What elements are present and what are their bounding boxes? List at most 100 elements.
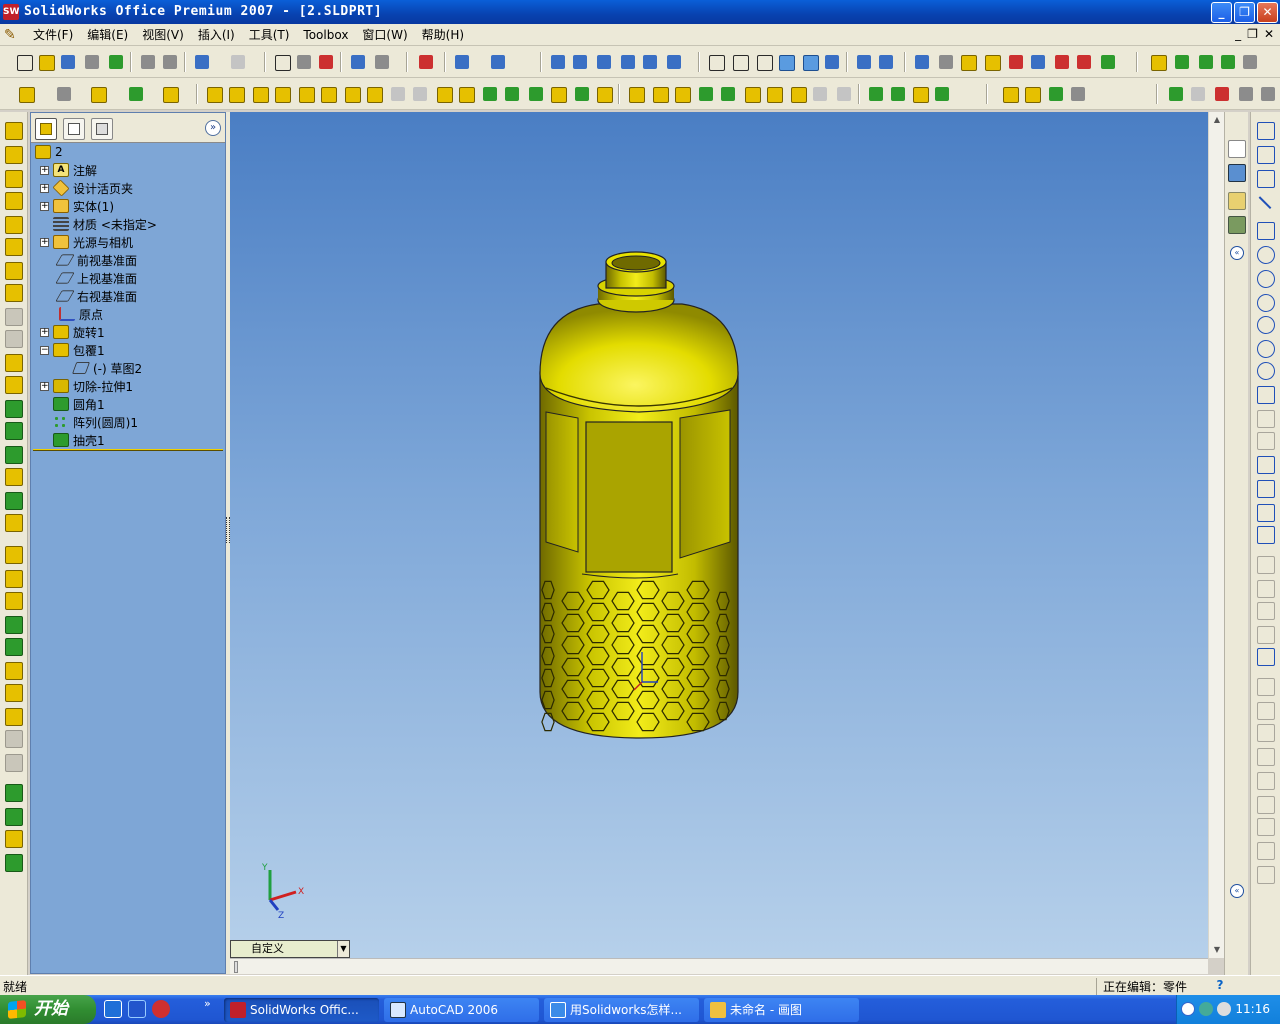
- line-icon[interactable]: [1258, 196, 1272, 210]
- spline-icon[interactable]: [1257, 480, 1275, 498]
- options-grid-icon[interactable]: [348, 52, 368, 72]
- print-preview-icon[interactable]: [138, 52, 158, 72]
- tab-property-manager[interactable]: [63, 118, 85, 140]
- knit-surface-icon[interactable]: [764, 84, 784, 104]
- tree-node-design-binder[interactable]: + 设计活页夹: [31, 179, 225, 197]
- tree-node-circular-pattern1[interactable]: 阵列(圆周)1: [31, 413, 225, 431]
- curve-pattern-tool-icon[interactable]: [5, 854, 23, 872]
- offset-tool-icon[interactable]: [5, 684, 23, 702]
- revolve-cut-icon[interactable]: [5, 192, 23, 210]
- copy-entities-icon[interactable]: [1257, 796, 1275, 814]
- view-palette-icon[interactable]: [1228, 216, 1246, 234]
- zoom-in-out-icon[interactable]: [594, 52, 614, 72]
- equations-sigma-icon[interactable]: [1028, 52, 1048, 72]
- curve-through-points-icon[interactable]: [5, 616, 23, 634]
- expand-icon[interactable]: +: [40, 381, 49, 391]
- projected-curve-icon[interactable]: [5, 570, 23, 588]
- bottle-model[interactable]: [230, 112, 1208, 958]
- tree-node-solid-bodies[interactable]: + 实体(1): [31, 197, 225, 215]
- quick-launch-more[interactable]: »: [204, 997, 211, 1010]
- reference-plane-icon[interactable]: [1148, 52, 1168, 72]
- mirror-icon[interactable]: [594, 84, 614, 104]
- tree-node-wrap1[interactable]: − 包覆1: [31, 341, 225, 359]
- tile-window-icon[interactable]: [452, 52, 472, 72]
- blocks-icon[interactable]: [1257, 866, 1275, 884]
- open-file-icon[interactable]: [36, 52, 56, 72]
- wireframe-icon[interactable]: [706, 52, 726, 72]
- text-icon[interactable]: [1257, 526, 1275, 544]
- pattern-table-icon[interactable]: [866, 84, 886, 104]
- sweep-icon[interactable]: [5, 216, 23, 234]
- move-tool-icon[interactable]: [5, 730, 23, 748]
- expand-icon[interactable]: +: [40, 165, 49, 175]
- tree-node-fillet1[interactable]: 圆角1: [31, 395, 225, 413]
- tab-configuration-manager[interactable]: [91, 118, 113, 140]
- select-arrow-icon[interactable]: [272, 52, 292, 72]
- redo-icon[interactable]: [228, 52, 248, 72]
- undo-icon[interactable]: [192, 52, 212, 72]
- menu-edit[interactable]: 编辑(E): [80, 27, 135, 43]
- task-autocad[interactable]: AutoCAD 2006: [384, 998, 539, 1022]
- opera-icon[interactable]: [152, 1000, 170, 1018]
- measure-icon[interactable]: [912, 52, 932, 72]
- tree-root[interactable]: 2: [35, 143, 63, 161]
- mirror-tool-icon[interactable]: [5, 830, 23, 848]
- macro-record-icon[interactable]: [1212, 84, 1232, 104]
- circular-pattern-tool-icon[interactable]: [5, 808, 23, 826]
- tree-node-revolve1[interactable]: + 旋转1: [31, 323, 225, 341]
- solidworks-logo-icon[interactable]: ✎: [4, 27, 20, 43]
- combine-icon[interactable]: [1022, 84, 1042, 104]
- file-explorer-icon[interactable]: [1228, 192, 1246, 210]
- surface-revolve-icon[interactable]: [718, 84, 738, 104]
- linear-pattern-tool-icon[interactable]: [5, 784, 23, 802]
- draft-analysis-icon[interactable]: [1052, 52, 1072, 72]
- tree-node-shell1[interactable]: 抽壳1: [31, 431, 225, 449]
- mate-reference-icon[interactable]: [1240, 52, 1260, 72]
- surface-cut-icon[interactable]: [5, 330, 23, 348]
- horizontal-scrollbar[interactable]: [230, 958, 1208, 974]
- sketch-pattern-icon[interactable]: [1257, 818, 1275, 836]
- zoom-area-icon[interactable]: [570, 52, 590, 72]
- view-orientation-select[interactable]: 自定义 ▼: [230, 940, 350, 958]
- close-button[interactable]: ✕: [1257, 2, 1278, 23]
- volume-icon[interactable]: [1217, 1002, 1231, 1016]
- toolbar-app-icon[interactable]: [128, 1000, 146, 1018]
- deform-icon[interactable]: [480, 84, 500, 104]
- surface-tool-icon[interactable]: [5, 662, 23, 680]
- extend-icon[interactable]: [1257, 580, 1275, 598]
- library-feature-icon[interactable]: [1068, 84, 1088, 104]
- graphics-viewport[interactable]: Y X Z: [230, 112, 1208, 958]
- fillet-tool-icon[interactable]: [5, 354, 23, 372]
- solidworks-app-icon[interactable]: SW: [3, 4, 19, 20]
- scroll-up-arrow-icon[interactable]: ▲: [1211, 114, 1223, 126]
- shaded-with-edges-icon[interactable]: [776, 52, 796, 72]
- offset-surface-icon[interactable]: [742, 84, 762, 104]
- line-tools-icon[interactable]: [88, 84, 108, 104]
- rotate-entities-icon[interactable]: [1257, 748, 1275, 766]
- tree-node-top-plane[interactable]: 上视基准面: [31, 269, 225, 287]
- 3d-sketch-icon[interactable]: [1257, 146, 1275, 164]
- save-icon[interactable]: [58, 52, 78, 72]
- mirror-entities-icon[interactable]: [1257, 626, 1275, 644]
- polygon-icon[interactable]: [1257, 456, 1275, 474]
- design-library-icon[interactable]: [1228, 164, 1246, 182]
- macro-run-icon[interactable]: [1166, 84, 1186, 104]
- menu-window[interactable]: 窗口(W): [355, 27, 414, 43]
- scroll-down-arrow-icon[interactable]: ▼: [1211, 944, 1223, 956]
- expand-icon[interactable]: +: [40, 237, 49, 247]
- sketch-icon[interactable]: [16, 84, 36, 104]
- centerpoint-arc-icon[interactable]: [1257, 270, 1275, 288]
- relations-icon[interactable]: [126, 84, 146, 104]
- split-line-tool-icon[interactable]: [5, 546, 23, 564]
- expand-pane-bottom-icon[interactable]: «: [1230, 884, 1244, 898]
- shaded-icon[interactable]: [800, 52, 820, 72]
- view-rotate-icon[interactable]: [876, 52, 896, 72]
- smart-dimension-icon[interactable]: [54, 84, 74, 104]
- hidden-lines-removed-icon[interactable]: [754, 52, 774, 72]
- sketch-tool-icon[interactable]: [1257, 122, 1275, 140]
- centerline-icon[interactable]: [1257, 410, 1275, 428]
- macro-stop-icon[interactable]: [1188, 84, 1208, 104]
- dome-icon[interactable]: [434, 84, 454, 104]
- make-drawing-icon[interactable]: [82, 52, 102, 72]
- composite-curve-icon[interactable]: [5, 592, 23, 610]
